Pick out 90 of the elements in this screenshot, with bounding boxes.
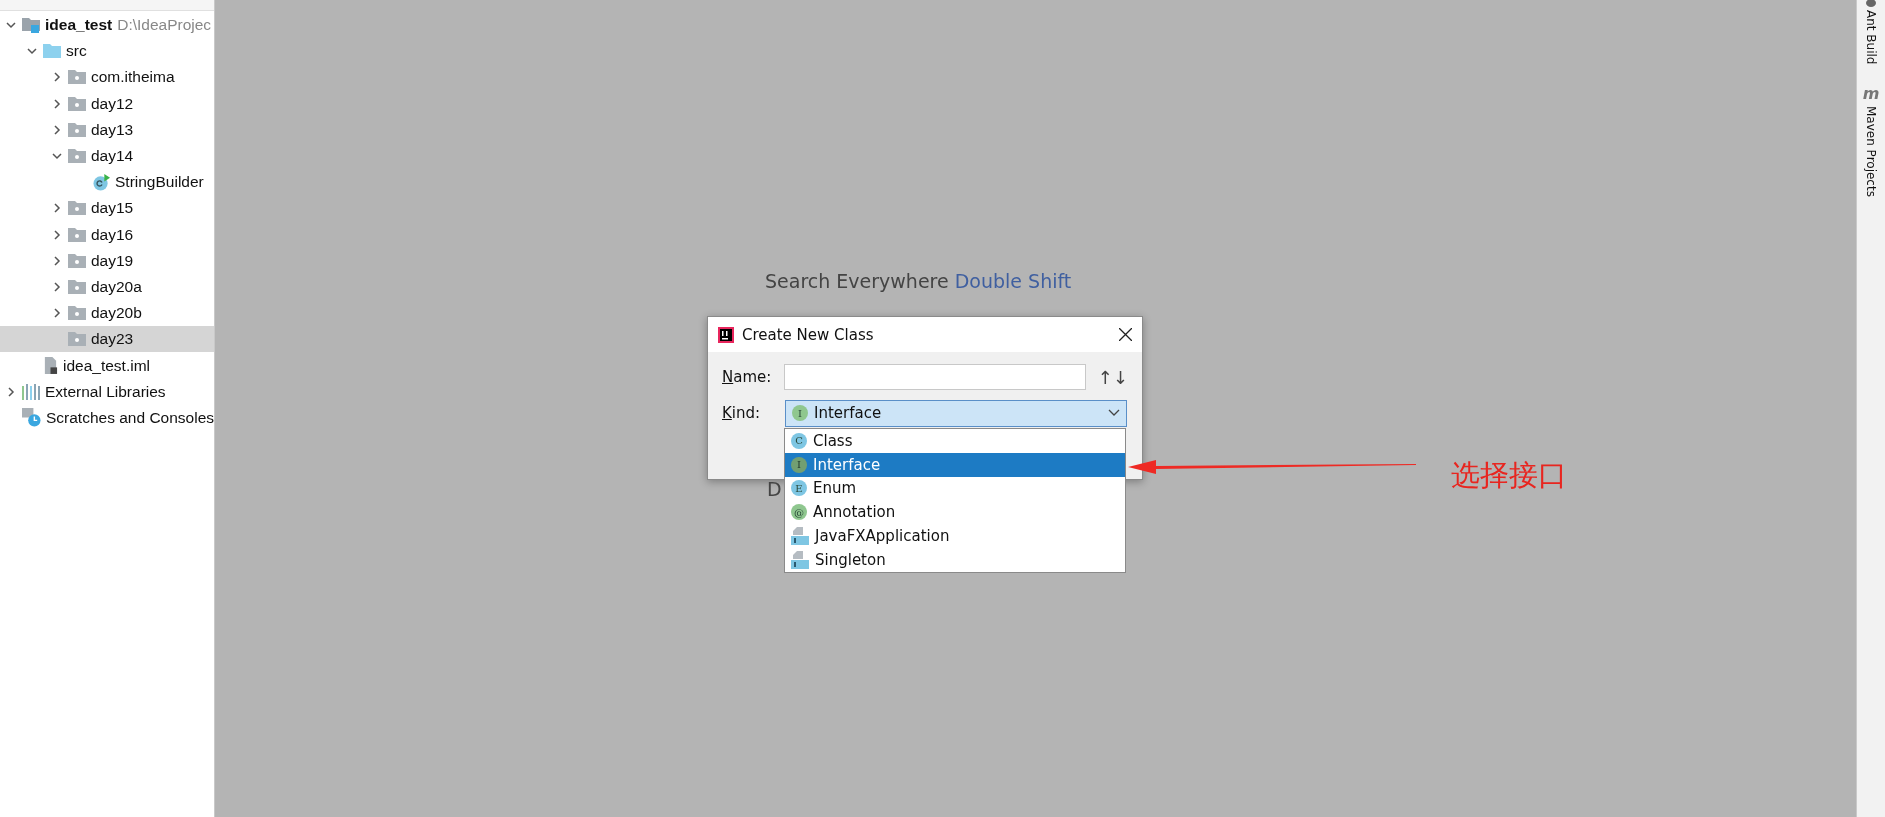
tree-label: src bbox=[66, 42, 87, 61]
chevron-icon[interactable] bbox=[6, 20, 16, 31]
editor-hint: Search Everywhere Double Shift bbox=[765, 270, 1072, 292]
tree-row[interactable]: day19 bbox=[0, 247, 214, 274]
chevron-icon[interactable] bbox=[52, 203, 62, 214]
ant-icon bbox=[1864, 0, 1878, 8]
tool-window-tab[interactable]: Ant Build bbox=[1864, 10, 1878, 65]
dropdown-option[interactable]: @ Annotation bbox=[785, 500, 1125, 525]
tree-label: StringBuilder bbox=[115, 173, 204, 192]
tree-label: day16 bbox=[91, 225, 134, 244]
package-folder-icon bbox=[68, 201, 86, 216]
tree-row[interactable]: idea_test D:\IdeaProjec bbox=[0, 12, 214, 39]
maven-icon: m bbox=[1862, 86, 1880, 103]
editor-hint-partial: D bbox=[767, 480, 782, 499]
tree-label: day13 bbox=[91, 120, 134, 139]
chevron-icon[interactable] bbox=[52, 255, 62, 266]
chevron-icon[interactable] bbox=[52, 124, 62, 135]
field-label: Name: bbox=[722, 368, 773, 386]
tree-label: day12 bbox=[91, 94, 134, 113]
tree-label: idea_test.iml bbox=[63, 356, 150, 375]
tree-row-selected[interactable]: day23 bbox=[0, 326, 214, 353]
class-icon: C bbox=[791, 432, 807, 449]
libraries-icon bbox=[22, 383, 40, 400]
chevron-icon[interactable] bbox=[52, 98, 62, 109]
package-folder-icon bbox=[68, 122, 86, 137]
interface-icon: I bbox=[792, 405, 808, 421]
close-icon[interactable] bbox=[1119, 328, 1132, 341]
dropdown-option[interactable]: C Class bbox=[785, 429, 1125, 453]
tree-label: Scratches and Consoles bbox=[46, 408, 214, 427]
package-folder-icon bbox=[68, 70, 86, 85]
dropdown-option[interactable]: E Enum bbox=[785, 476, 1125, 501]
kind-dropdown[interactable]: I Interface bbox=[785, 399, 1127, 427]
enum-icon: E bbox=[791, 480, 807, 497]
class-icon bbox=[93, 173, 110, 191]
file-icon bbox=[43, 357, 58, 375]
package-folder-icon bbox=[68, 227, 86, 242]
tree-row[interactable]: day15 bbox=[0, 195, 214, 222]
tree-row[interactable]: day13 bbox=[0, 116, 214, 143]
tree-row[interactable]: External Libraries bbox=[0, 378, 214, 405]
app-logo-icon bbox=[718, 326, 734, 343]
caret-icon bbox=[1108, 409, 1120, 417]
tree-label: idea_test bbox=[45, 16, 113, 35]
tree-row[interactable]: Scratches and Consoles bbox=[0, 404, 214, 431]
dropdown-option[interactable]: I Interface bbox=[785, 452, 1125, 477]
chevron-icon[interactable] bbox=[27, 46, 37, 57]
chevron-icon[interactable] bbox=[6, 386, 16, 397]
tool-window-tab[interactable]: Maven Projects bbox=[1864, 106, 1878, 198]
dropdown-option[interactable]: JavaFXApplication bbox=[785, 524, 1125, 548]
package-folder-icon bbox=[68, 253, 86, 268]
chevron-icon[interactable] bbox=[52, 281, 62, 292]
folder-icon bbox=[43, 44, 61, 59]
chevron-icon[interactable] bbox=[52, 151, 62, 162]
package-folder-icon bbox=[68, 332, 86, 347]
tree-row[interactable]: com.itheima bbox=[0, 64, 214, 91]
chevron-icon[interactable] bbox=[52, 72, 62, 83]
chevron-icon[interactable] bbox=[52, 229, 62, 240]
dropdown-option[interactable]: Singleton bbox=[785, 548, 1125, 572]
tree-label: day14 bbox=[91, 147, 134, 166]
template-icon bbox=[791, 550, 809, 569]
tree-label: day15 bbox=[91, 199, 134, 218]
interface-icon: I bbox=[791, 456, 807, 473]
tree-row[interactable]: day20a bbox=[0, 273, 214, 301]
dialog-title: Create New Class bbox=[742, 325, 875, 344]
package-folder-icon bbox=[68, 149, 86, 164]
field-label: Kind: bbox=[722, 404, 762, 422]
tree-label: day20a bbox=[91, 277, 142, 296]
tree-label: External Libraries bbox=[45, 382, 166, 401]
name-input-field[interactable] bbox=[783, 364, 1086, 390]
tree-row[interactable]: src bbox=[0, 38, 214, 65]
chevron-icon[interactable] bbox=[52, 308, 62, 319]
scratches-icon bbox=[22, 408, 41, 428]
tree-label: com.itheima bbox=[91, 68, 175, 87]
tree-row[interactable]: day16 bbox=[0, 221, 214, 248]
tree-row[interactable]: day14 bbox=[0, 142, 214, 170]
package-folder-icon bbox=[68, 279, 86, 294]
package-folder-icon bbox=[68, 306, 86, 321]
annotation-text: 选择接口 bbox=[1451, 457, 1567, 494]
tree-row[interactable]: StringBuilder bbox=[0, 169, 214, 196]
sort-button[interactable]: ↑↓ bbox=[1097, 366, 1128, 388]
module-folder-icon bbox=[22, 17, 40, 34]
tree-row[interactable]: day12 bbox=[0, 90, 214, 117]
tree-label: day23 bbox=[91, 330, 134, 349]
template-icon bbox=[791, 527, 809, 546]
tree-label: day20b bbox=[91, 304, 142, 323]
annotation-icon: @ bbox=[791, 504, 807, 521]
tree-row[interactable]: day20b bbox=[0, 300, 214, 327]
tree-label: day19 bbox=[91, 251, 134, 270]
project-path: D:\IdeaProjec bbox=[117, 16, 212, 35]
tree-row[interactable]: idea_test.iml bbox=[0, 352, 214, 379]
package-folder-icon bbox=[68, 96, 86, 111]
